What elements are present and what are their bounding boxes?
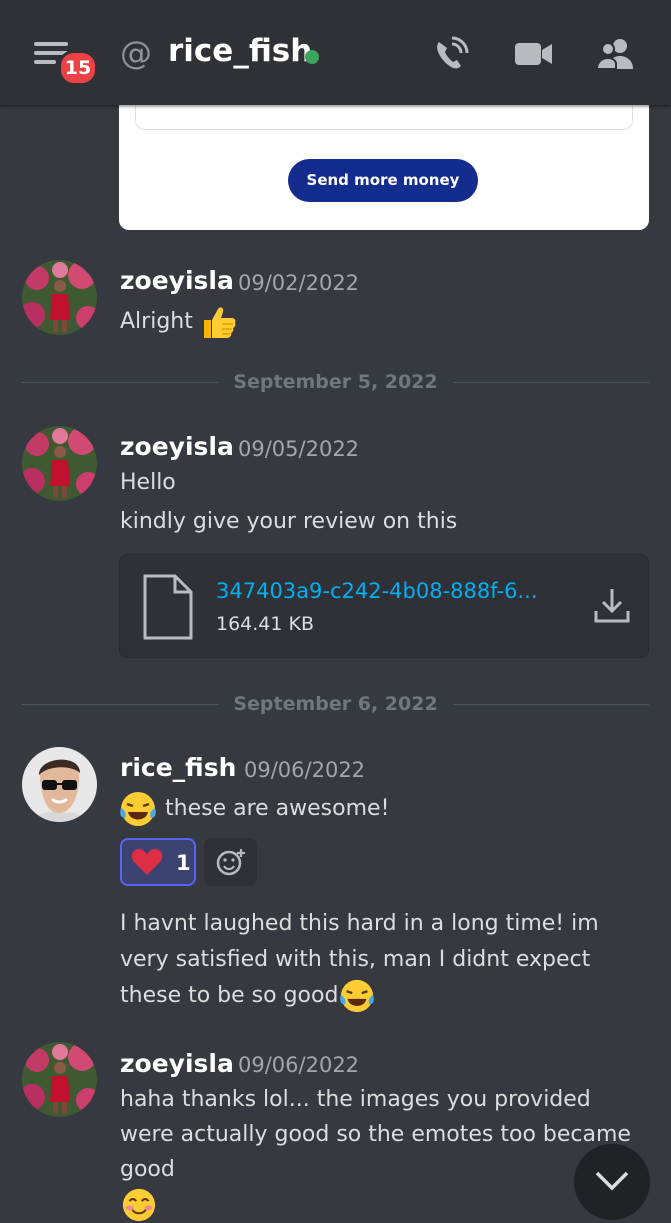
online-status-dot <box>305 50 319 64</box>
thumbs-up-icon <box>203 307 236 338</box>
notification-badge: 15 <box>58 50 98 86</box>
message-author[interactable]: rice_fish <box>120 753 236 782</box>
phone-call-icon[interactable] <box>431 36 471 72</box>
chat-header: 15 @ rice_fish <box>0 0 671 105</box>
menu-icon-line <box>34 60 56 64</box>
heart-icon <box>131 849 163 875</box>
add-reaction-icon <box>216 849 245 876</box>
message-text: I havnt laughed this hard in a long time… <box>120 906 650 1014</box>
message-timestamp: 09/02/2022 <box>238 271 360 295</box>
send-more-money-button[interactable]: Send more money <box>288 159 478 202</box>
jump-to-present-button[interactable] <box>574 1144 650 1220</box>
message-author[interactable]: zoeyisla <box>120 266 234 295</box>
menu-icon <box>34 42 68 46</box>
at-icon: @ <box>120 34 152 72</box>
file-name-link[interactable]: 347403a9-c242-4b08-888f-6... <box>216 579 537 603</box>
message-text: Hello <box>120 470 176 495</box>
download-icon[interactable] <box>592 585 632 625</box>
message-line: these are awesome! <box>165 796 390 821</box>
laughing-crying-emoji-icon <box>340 979 375 1013</box>
payment-embed-card: Send more money <box>119 95 649 230</box>
reaction-count: 1 <box>176 851 191 875</box>
file-attachment: 347403a9-c242-4b08-888f-6... 164.41 KB <box>119 554 649 658</box>
avatar[interactable] <box>22 747 97 822</box>
file-icon <box>143 574 193 640</box>
date-divider-label: September 5, 2022 <box>217 371 454 393</box>
message-text: kindly give your review on this <box>120 509 458 534</box>
date-divider-label: September 6, 2022 <box>217 693 454 715</box>
avatar[interactable] <box>22 1042 97 1117</box>
message-text: Alright <box>120 304 238 340</box>
avatar[interactable] <box>22 260 97 335</box>
message-timestamp: 09/05/2022 <box>238 437 360 461</box>
message-timestamp: 09/06/2022 <box>238 1053 360 1077</box>
message-line: haha thanks lol... the images you provid… <box>120 1087 631 1182</box>
message-author[interactable]: zoeyisla <box>120 1049 234 1078</box>
message-author[interactable]: zoeyisla <box>120 432 234 461</box>
date-divider: September 5, 2022 <box>22 371 649 393</box>
members-icon[interactable] <box>596 36 636 72</box>
heart-reaction[interactable]: 1 <box>120 838 196 886</box>
message-line: Alright <box>120 309 193 334</box>
date-divider: September 6, 2022 <box>22 693 649 715</box>
avatar[interactable] <box>22 426 97 501</box>
channel-name: rice_fish <box>168 33 313 69</box>
message-timestamp: 09/06/2022 <box>244 758 366 782</box>
smiling-blush-emoji-icon <box>122 1188 156 1222</box>
message-text: these are awesome! <box>118 790 389 828</box>
add-reaction-button[interactable] <box>204 838 257 886</box>
laughing-crying-emoji-icon <box>120 792 156 826</box>
menu-button[interactable]: 15 <box>30 38 98 86</box>
message-text: haha thanks lol... the images you provid… <box>120 1082 650 1223</box>
file-size: 164.41 KB <box>216 613 315 635</box>
chevron-down-icon <box>595 1171 629 1191</box>
video-call-icon[interactable] <box>514 36 554 72</box>
